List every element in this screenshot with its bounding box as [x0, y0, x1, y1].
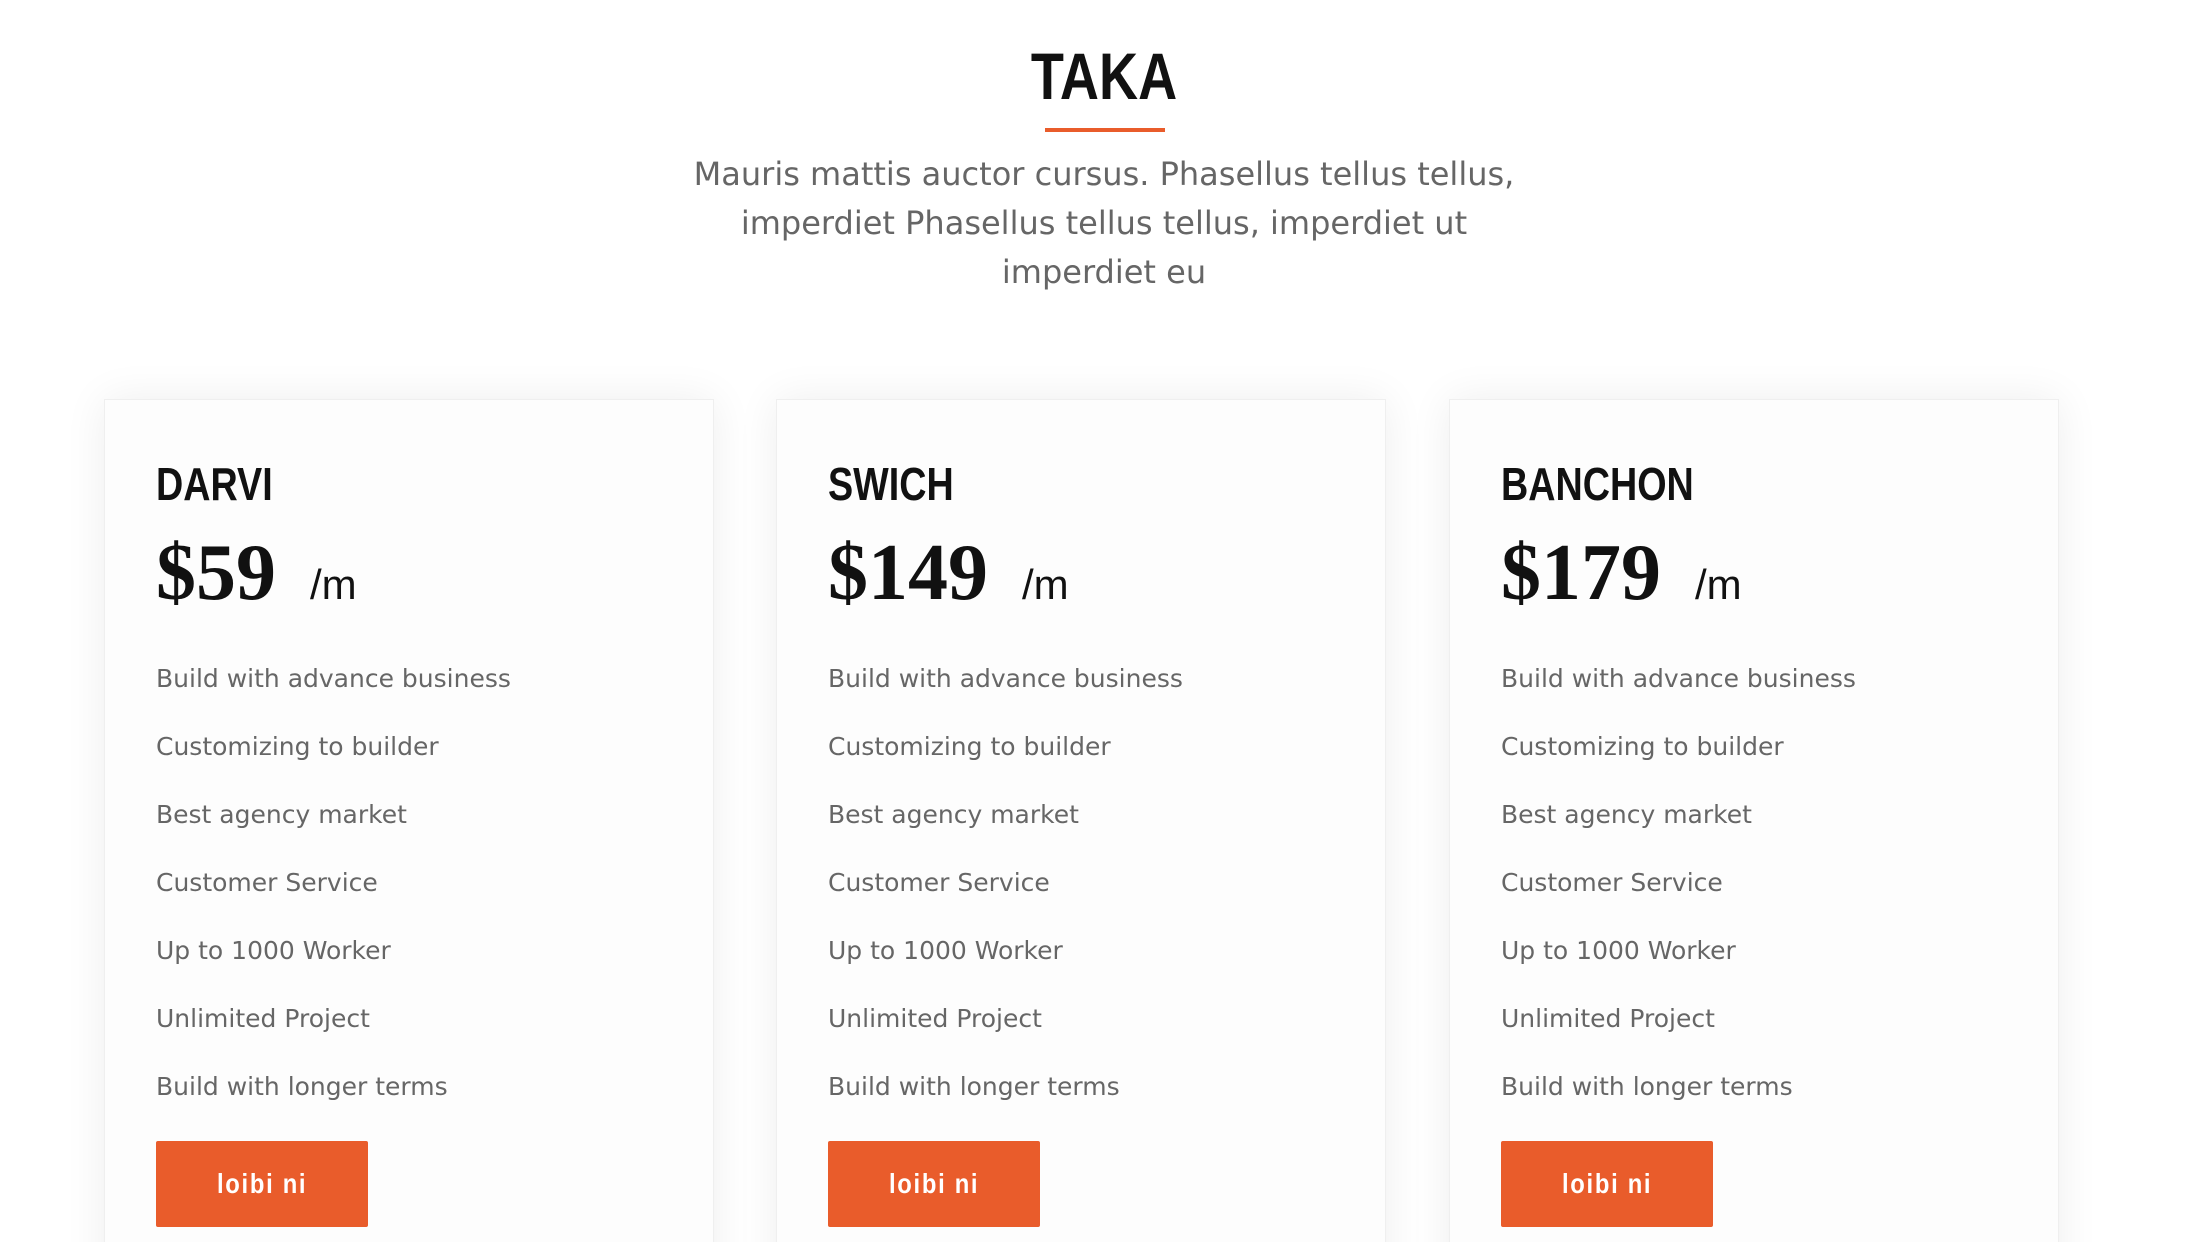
- cta-label: loibi ni: [888, 1168, 980, 1199]
- plan-cta-button[interactable]: loibi ni: [156, 1141, 368, 1227]
- pricing-card-darvi: DARVI $59/m Build with advance business …: [104, 399, 714, 1242]
- title-underline: [1045, 128, 1165, 132]
- pricing-card-banchon: BANCHON $179/m Build with advance busine…: [1449, 399, 2059, 1242]
- price-period: /m: [1695, 561, 1742, 608]
- subtitle-line: Mauris mattis auctor cursus. Phasellus t…: [693, 155, 1515, 193]
- subtitle-line: imperdiet eu: [1001, 253, 1207, 291]
- feature-item: Best agency market: [156, 800, 407, 829]
- feature-item: Build with advance business: [828, 664, 1183, 693]
- feature-item: Customizing to builder: [156, 732, 439, 761]
- plan-name: BANCHON: [1501, 458, 1694, 510]
- plan-price: $179/m: [1501, 528, 1742, 618]
- pricing-section: TAKA Mauris mattis auctor cursus. Phasel…: [0, 0, 2208, 1242]
- plan-cta-button[interactable]: loibi ni: [1501, 1141, 1713, 1227]
- feature-item: Build with longer terms: [828, 1072, 1120, 1101]
- feature-item: Build with longer terms: [156, 1072, 448, 1101]
- feature-item: Customizing to builder: [828, 732, 1111, 761]
- feature-item: Customizing to builder: [1501, 732, 1784, 761]
- feature-item: Best agency market: [828, 800, 1079, 829]
- feature-item: Best agency market: [1501, 800, 1752, 829]
- section-subtitle: Mauris mattis auctor cursus. Phasellus t…: [654, 150, 1554, 297]
- subtitle-line: imperdiet Phasellus tellus tellus, imper…: [740, 204, 1468, 242]
- feature-list: Build with advance business Customizing …: [1501, 645, 1856, 1121]
- feature-item: Unlimited Project: [1501, 1004, 1715, 1033]
- feature-item: Customer Service: [1501, 868, 1723, 897]
- feature-item: Build with advance business: [156, 664, 511, 693]
- feature-item: Up to 1000 Worker: [828, 936, 1063, 965]
- feature-list: Build with advance business Customizing …: [828, 645, 1183, 1121]
- price-amount: $59: [156, 529, 276, 617]
- feature-item: Up to 1000 Worker: [156, 936, 391, 965]
- feature-item: Up to 1000 Worker: [1501, 936, 1736, 965]
- cta-label: loibi ni: [216, 1168, 308, 1199]
- feature-item: Build with advance business: [1501, 664, 1856, 693]
- feature-item: Build with longer terms: [1501, 1072, 1793, 1101]
- cta-label: loibi ni: [1561, 1168, 1653, 1199]
- plan-name: DARVI: [156, 458, 273, 510]
- price-period: /m: [310, 561, 357, 608]
- price-period: /m: [1022, 561, 1069, 608]
- feature-list: Build with advance business Customizing …: [156, 645, 511, 1121]
- price-amount: $179: [1501, 529, 1661, 617]
- feature-item: Unlimited Project: [828, 1004, 1042, 1033]
- price-amount: $149: [828, 529, 988, 617]
- plan-price: $149/m: [828, 528, 1069, 618]
- feature-item: Customer Service: [828, 868, 1050, 897]
- section-title: TAKA: [1030, 39, 1178, 113]
- pricing-card-swich: SWICH $149/m Build with advance business…: [776, 399, 1386, 1242]
- plan-name: SWICH: [828, 458, 954, 510]
- feature-item: Unlimited Project: [156, 1004, 370, 1033]
- feature-item: Customer Service: [156, 868, 378, 897]
- plan-cta-button[interactable]: loibi ni: [828, 1141, 1040, 1227]
- plan-price: $59/m: [156, 528, 357, 618]
